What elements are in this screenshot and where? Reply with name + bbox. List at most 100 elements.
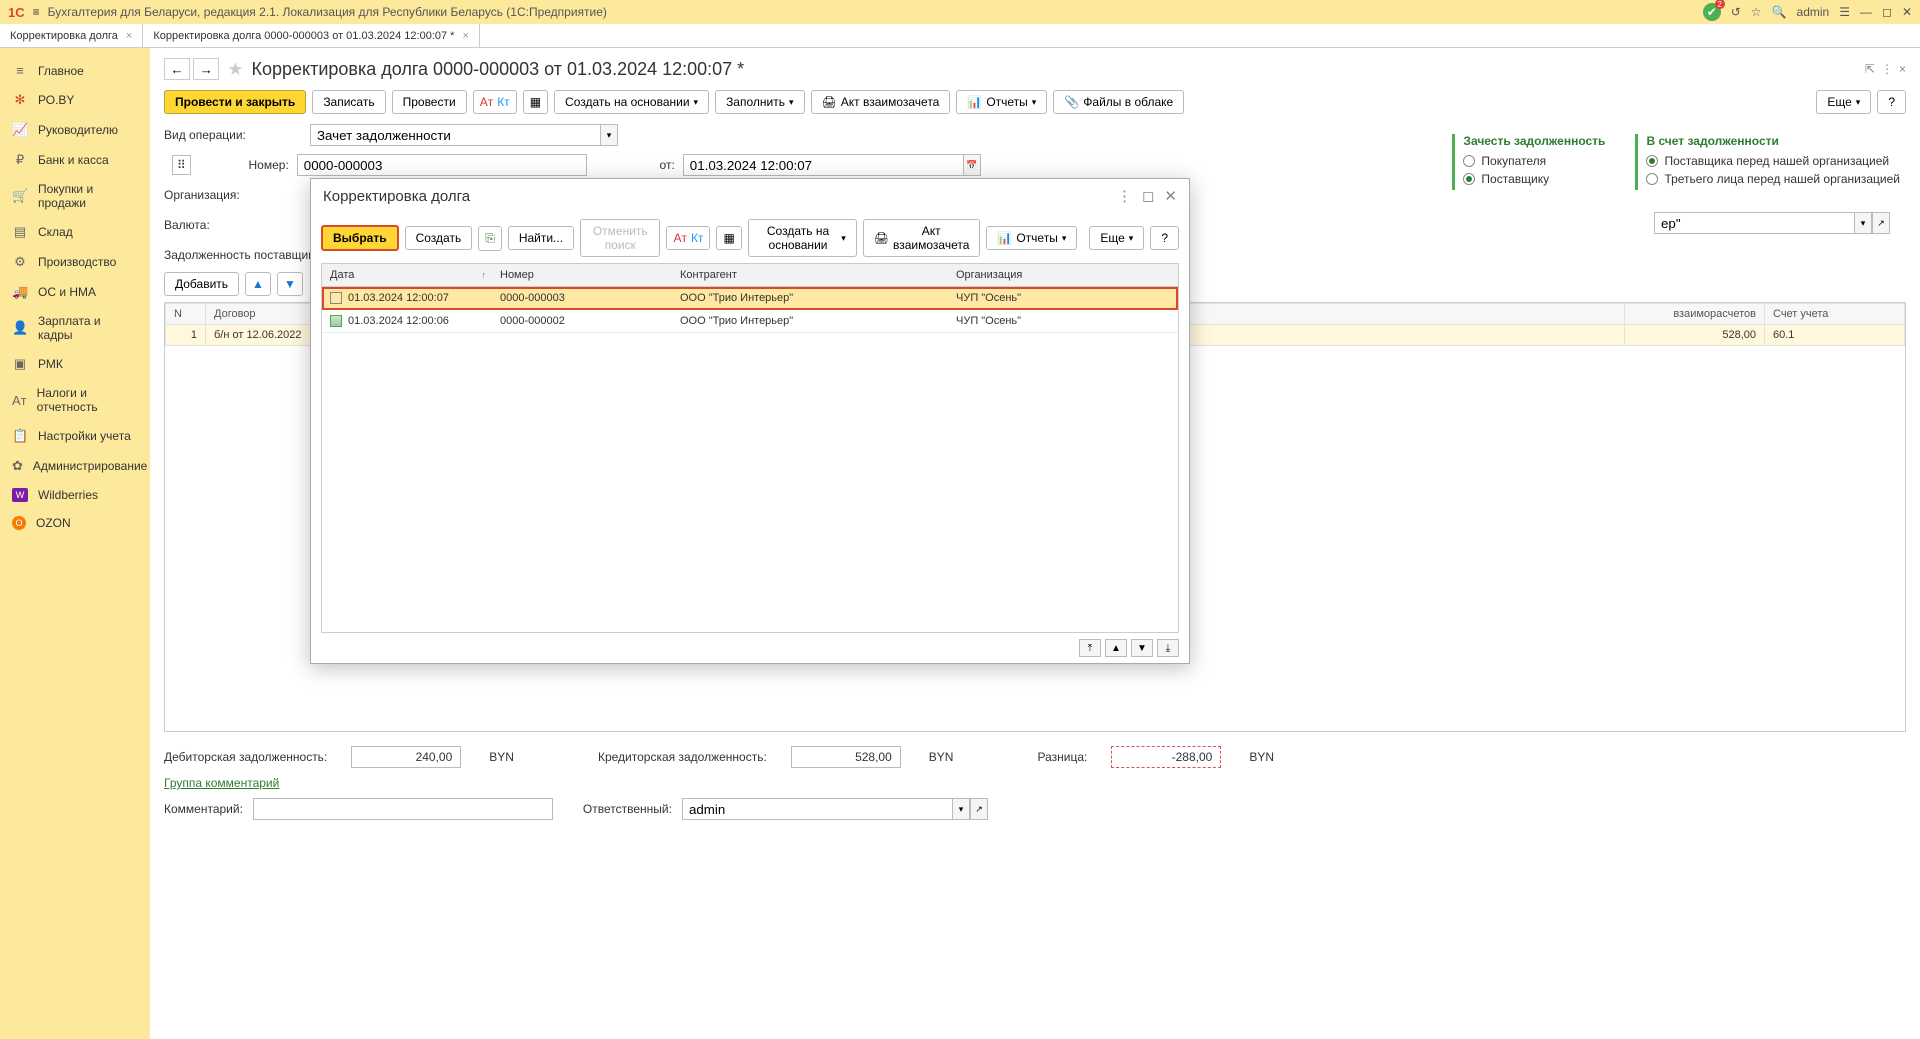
- tab-document[interactable]: Корректировка долга 0000-000003 от 01.03…: [143, 24, 480, 47]
- modal-offset-act-button[interactable]: 🖨 Акт взаимозачета: [863, 219, 981, 257]
- comment-label: Комментарий:: [164, 802, 243, 816]
- favorite-toggle-icon[interactable]: ★: [227, 59, 243, 80]
- sidebar-item-assets[interactable]: 🚚ОС и НМА: [0, 277, 150, 307]
- responsible-dd-icon[interactable]: ▾: [952, 798, 970, 820]
- tab-close-icon[interactable]: ×: [126, 30, 132, 42]
- nav-down-button[interactable]: ▼: [1131, 639, 1153, 657]
- back-button[interactable]: ←: [164, 58, 190, 80]
- dt-kt-icon[interactable]: АᴛКᴛ: [473, 90, 517, 114]
- col-contragent[interactable]: Контрагент: [672, 264, 948, 287]
- search-icon[interactable]: 🔍: [1772, 5, 1787, 19]
- responsible-open-icon[interactable]: ↗: [970, 798, 988, 820]
- write-button[interactable]: Записать: [312, 90, 385, 114]
- history-icon[interactable]: ↺: [1731, 5, 1741, 19]
- col-acct[interactable]: Счет учета: [1765, 304, 1905, 325]
- app-logo: 1C: [8, 5, 25, 20]
- add-row-button[interactable]: Добавить: [164, 272, 239, 296]
- tab-list[interactable]: Корректировка долга ×: [0, 24, 143, 47]
- partial-open-icon[interactable]: ↗: [1872, 212, 1890, 234]
- favorite-icon[interactable]: ☆: [1751, 5, 1762, 19]
- select-button[interactable]: Выбрать: [321, 225, 399, 251]
- move-down-button[interactable]: ▼: [277, 272, 303, 296]
- nav-bottom-button[interactable]: ⤓: [1157, 639, 1179, 657]
- kebab-icon[interactable]: ⋮: [1881, 62, 1893, 76]
- list-item[interactable]: 01.03.2024 12:00:060000-000002ООО "Трио …: [322, 310, 1178, 333]
- notification-icon[interactable]: ✔: [1703, 3, 1721, 21]
- main-menu-icon[interactable]: ≡: [33, 5, 40, 19]
- partial-input[interactable]: [1654, 212, 1854, 234]
- responsible-input[interactable]: [682, 798, 952, 820]
- create-button[interactable]: Создать: [405, 226, 473, 250]
- maximize-icon[interactable]: ◻: [1882, 5, 1892, 19]
- modal-maximize-icon[interactable]: ◻: [1142, 187, 1154, 205]
- more-button[interactable]: Еще ▾: [1816, 90, 1871, 114]
- user-label[interactable]: admin: [1797, 5, 1830, 19]
- radio-thirdparty-us[interactable]: Третьего лица перед нашей организацией: [1646, 172, 1900, 186]
- create-based-button[interactable]: Создать на основании ▾: [554, 90, 709, 114]
- post-close-button[interactable]: Провести и закрыть: [164, 90, 306, 114]
- sidebar-item-wildberries[interactable]: WWildberries: [0, 481, 150, 509]
- group-comment-link[interactable]: Группа комментарий: [164, 776, 279, 790]
- sidebar-item-sales[interactable]: 🛒Покупки и продажи: [0, 175, 150, 217]
- sidebar-item-hr[interactable]: 👤Зарплата и кадры: [0, 307, 150, 349]
- sidebar-item-taxes[interactable]: AᴛНалоги и отчетность: [0, 379, 150, 421]
- sidebar-item-main[interactable]: ≡Главное: [0, 56, 150, 85]
- col-date[interactable]: Дата↑: [322, 264, 492, 287]
- sidebar-item-pos[interactable]: ▣РМК: [0, 349, 150, 379]
- reports-button[interactable]: 📊 Отчеты ▾: [956, 90, 1047, 114]
- post-button[interactable]: Провести: [392, 90, 467, 114]
- col-org[interactable]: Организация: [948, 264, 1178, 287]
- find-button[interactable]: Найти...: [508, 226, 574, 250]
- minimize-icon[interactable]: —: [1860, 5, 1872, 19]
- partial-dd-icon[interactable]: ▾: [1854, 212, 1872, 234]
- dtkt-button[interactable]: АᴛКᴛ: [666, 226, 710, 250]
- modal-more-button[interactable]: Еще ▾: [1089, 226, 1144, 250]
- structure-button[interactable]: ▦: [716, 226, 741, 250]
- structure-icon[interactable]: ▦: [523, 90, 548, 114]
- move-up-button[interactable]: ▲: [245, 272, 271, 296]
- radio-supplier-us[interactable]: Поставщика перед нашей организацией: [1646, 154, 1900, 168]
- modal-kebab-icon[interactable]: ⋮: [1117, 187, 1132, 205]
- nav-top-button[interactable]: ⤒: [1079, 639, 1101, 657]
- modal-close-icon[interactable]: ✕: [1164, 187, 1177, 205]
- modal-help-button[interactable]: ?: [1150, 226, 1179, 250]
- forward-button[interactable]: →: [193, 58, 219, 80]
- offset-act-button[interactable]: 🖨 Акт взаимозачета: [811, 90, 951, 114]
- sidebar-item-settings[interactable]: 📋Настройки учета: [0, 421, 150, 451]
- list-item[interactable]: 01.03.2024 12:00:070000-000003ООО "Трио …: [322, 287, 1178, 310]
- sidebar-item-production[interactable]: ⚙Производство: [0, 247, 150, 277]
- copy-button[interactable]: ⎘: [478, 226, 502, 251]
- close-page-icon[interactable]: ×: [1899, 62, 1906, 76]
- radio-supplier[interactable]: Поставщику: [1463, 172, 1605, 186]
- debit-value: 240,00: [351, 746, 461, 768]
- cancel-find-button[interactable]: Отменить поиск: [580, 219, 660, 257]
- sidebar-item-admin[interactable]: ✿Администрирование: [0, 451, 150, 481]
- close-app-icon[interactable]: ✕: [1902, 5, 1912, 19]
- link-icon[interactable]: ⇱: [1865, 62, 1875, 76]
- settings-icon[interactable]: ☰: [1839, 5, 1850, 19]
- modal-create-based-button[interactable]: Создать на основании ▾: [748, 219, 857, 257]
- number-input[interactable]: [297, 154, 587, 176]
- sidebar-item-manager[interactable]: 📈Руководителю: [0, 115, 150, 145]
- col-n[interactable]: N: [166, 304, 206, 325]
- modal-reports-button[interactable]: 📊 Отчеты ▾: [986, 226, 1077, 250]
- fill-button[interactable]: Заполнить ▾: [715, 90, 804, 114]
- nav-up-button[interactable]: ▲: [1105, 639, 1127, 657]
- sidebar-item-warehouse[interactable]: ▤Склад: [0, 217, 150, 247]
- comment-input[interactable]: [253, 798, 553, 820]
- cloud-files-button[interactable]: 📎 Файлы в облаке: [1053, 90, 1184, 114]
- op-type-dropdown-icon[interactable]: ▾: [600, 124, 618, 146]
- radio-buyer[interactable]: Покупателя: [1463, 154, 1605, 168]
- diff-value: -288,00: [1111, 746, 1221, 768]
- calendar-icon[interactable]: 📅: [963, 154, 981, 176]
- sidebar-item-poby[interactable]: ✻РО.BY: [0, 85, 150, 115]
- sidebar-item-bank[interactable]: ₽Банк и касса: [0, 145, 150, 175]
- date-input[interactable]: [683, 154, 963, 176]
- sidebar-item-ozon[interactable]: OOZON: [0, 509, 150, 537]
- col-settle[interactable]: взаиморасчетов: [1625, 304, 1765, 325]
- op-type-input[interactable]: [310, 124, 600, 146]
- col-number[interactable]: Номер: [492, 264, 672, 287]
- help-button[interactable]: ?: [1877, 90, 1906, 114]
- tab-close-icon[interactable]: ×: [462, 30, 468, 42]
- barcode-icon[interactable]: ⠿: [172, 155, 191, 175]
